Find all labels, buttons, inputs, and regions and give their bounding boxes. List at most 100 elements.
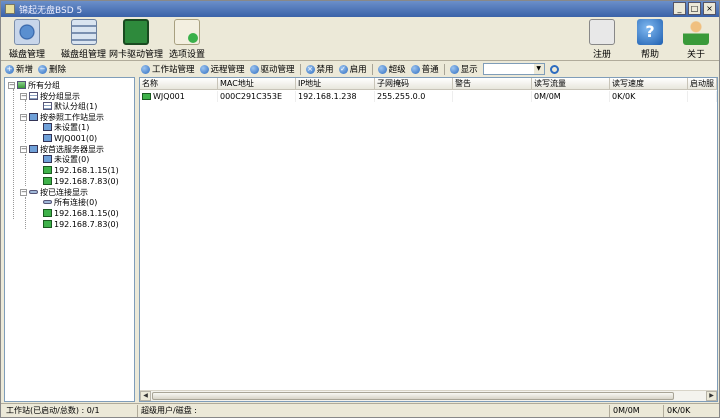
options-settings-button[interactable]: 选项设置 <box>169 19 205 60</box>
enable-label: 启用 <box>349 65 367 75</box>
scroll-thumb[interactable] <box>152 392 674 400</box>
close-button[interactable]: × <box>703 2 716 15</box>
remote-management-button[interactable]: 远程管理 <box>199 63 245 75</box>
cell-boot-server <box>688 91 717 102</box>
collapse-toggle[interactable]: − <box>20 145 27 153</box>
enable-icon: ✓ <box>338 64 348 74</box>
server-icon <box>43 155 52 163</box>
add-label: 新增 <box>16 65 34 75</box>
toolbar-separator <box>443 63 445 75</box>
cell-warning <box>453 91 532 102</box>
network-driver-management-button[interactable]: 网卡驱动管理 <box>109 19 163 60</box>
disk-management-label: 磁盘管理 <box>9 50 46 60</box>
computer-icon <box>142 93 151 100</box>
disable-label: 禁用 <box>316 65 334 75</box>
disk-group-management-button[interactable]: 磁盘组管理 <box>61 19 106 60</box>
disable-button[interactable]: × 禁用 <box>305 63 334 75</box>
tree-node-label: 未设置(0) <box>54 154 90 164</box>
settings-clipboard-icon <box>174 19 200 45</box>
add-icon: + <box>5 64 14 74</box>
register-button[interactable]: 注册 <box>589 19 615 60</box>
tree-node-label: 所有连接(0) <box>54 197 98 207</box>
driver-management-button[interactable]: 驱动管理 <box>249 63 295 75</box>
maximize-button[interactable]: □ <box>688 2 701 15</box>
horizontal-scrollbar[interactable]: ◀ ▶ <box>140 390 717 401</box>
tree-node-by-group[interactable]: − 按分组显示 <box>20 91 80 101</box>
tree-node-label: WJQ001(0) <box>54 133 98 143</box>
collapse-toggle[interactable]: − <box>20 92 27 100</box>
app-window: 锦起无盘BSD 5 _ □ × 磁盘管理 磁盘组管理 网卡驱动管理 选项设置 注… <box>0 0 720 418</box>
super-mode-icon <box>377 64 387 74</box>
table-row[interactable]: WJQ001 000C291C353E 192.168.1.238 255.25… <box>140 91 717 102</box>
cell-name-text: WJQ001 <box>153 92 185 101</box>
delete-button[interactable]: − 删除 <box>38 63 66 75</box>
connection-icon <box>43 200 52 204</box>
disk-management-button[interactable]: 磁盘管理 <box>9 19 45 60</box>
tree-node-unset-reference[interactable]: 未设置(1) <box>43 122 89 132</box>
collapse-toggle[interactable]: − <box>8 81 15 89</box>
tree-connector <box>13 89 14 219</box>
computer-icon <box>43 123 52 131</box>
tree-node-label: 192.168.7.83(0) <box>54 219 119 229</box>
column-header-name[interactable]: 名称 <box>140 78 218 90</box>
status-workstation-count: 工作站(已启动/总数) : 0/1 <box>6 406 100 415</box>
about-label: 关于 <box>686 50 705 60</box>
filter-dropdown[interactable] <box>482 63 545 75</box>
tree-node-connection-1[interactable]: 192.168.1.15(0) <box>43 208 119 218</box>
column-header-boot-server[interactable]: 启动服 <box>688 78 717 90</box>
scroll-left-arrow-icon[interactable]: ◀ <box>140 391 151 401</box>
tree-node-wjq001-reference[interactable]: WJQ001(0) <box>43 133 97 143</box>
workstation-management-label: 工作站管理 <box>152 65 195 75</box>
register-icon <box>589 19 615 45</box>
tree-connector <box>25 197 26 229</box>
server-icon <box>43 220 52 228</box>
minimize-button[interactable]: _ <box>673 2 686 15</box>
left-toolbar: + 新增 − 删除 <box>5 62 66 76</box>
tree-node-all-connections[interactable]: 所有连接(0) <box>43 197 97 207</box>
network-card-icon <box>123 19 149 45</box>
main-toolbar: 工作站管理 远程管理 驱动管理 × 禁用 ✓ 启用 超级 普通 显示 ▼ <box>141 62 559 76</box>
help-button[interactable]: ? 帮助 <box>637 19 663 60</box>
tree-node-label: 默认分组(1) <box>54 101 98 111</box>
collapse-toggle[interactable]: − <box>20 113 27 121</box>
tree-node-label: 未设置(1) <box>54 122 90 132</box>
tree-node-unset-server[interactable]: 未设置(0) <box>43 154 89 164</box>
column-header-warning[interactable]: 警告 <box>453 78 532 90</box>
tree-node-default-group[interactable]: 默认分组(1) <box>43 101 97 111</box>
disk-icon <box>14 19 40 45</box>
tree-node-by-connection[interactable]: − 按已连接显示 <box>20 187 88 197</box>
display-button[interactable]: 显示 <box>449 63 478 75</box>
tree-node-label: 192.168.7.83(0) <box>54 176 119 186</box>
add-button[interactable]: + 新增 <box>5 63 33 75</box>
column-header-speed[interactable]: 读写速度 <box>610 78 688 90</box>
status-bar: 工作站(已启动/总数) : 0/1 超级用户/磁盘 : 0M/0M 0K/0K <box>1 403 719 417</box>
workstation-management-button[interactable]: 工作站管理 <box>141 63 195 75</box>
column-header-traffic[interactable]: 读写流量 <box>532 78 610 90</box>
tree-node-by-reference-workstation[interactable]: − 按参照工作站显示 <box>20 112 104 122</box>
column-header-subnet-mask[interactable]: 子网掩码 <box>375 78 453 90</box>
search-icon[interactable] <box>549 64 559 74</box>
collapse-toggle[interactable]: − <box>20 188 27 196</box>
tree-node-by-preferred-server[interactable]: − 按首选服务器显示 <box>20 144 104 154</box>
super-mode-button[interactable]: 超级 <box>377 63 406 75</box>
main-ribbon: 磁盘管理 磁盘组管理 网卡驱动管理 选项设置 注册 ? 帮助 关于 <box>1 17 719 61</box>
cell-subnet-mask: 255.255.0.0 <box>375 91 453 102</box>
column-header-mac[interactable]: MAC地址 <box>218 78 296 90</box>
workstation-table: 名称 MAC地址 IP地址 子网掩码 警告 读写流量 读写速度 启动服 WJQ0… <box>139 77 718 402</box>
enable-button[interactable]: ✓ 启用 <box>338 63 367 75</box>
help-icon: ? <box>637 19 663 45</box>
tree-node-server-2[interactable]: 192.168.7.83(0) <box>43 176 119 186</box>
delete-label: 删除 <box>49 65 67 75</box>
about-button[interactable]: 关于 <box>683 19 709 60</box>
tree-node-all-groups[interactable]: − 所有分组 <box>8 80 60 90</box>
list-icon <box>43 102 52 110</box>
tree-node-label: 所有分组 <box>28 80 60 90</box>
normal-mode-button[interactable]: 普通 <box>410 63 439 75</box>
tree-node-server-1[interactable]: 192.168.1.15(1) <box>43 165 119 175</box>
title-bar: 锦起无盘BSD 5 _ □ × <box>1 1 719 17</box>
table-header: 名称 MAC地址 IP地址 子网掩码 警告 读写流量 读写速度 启动服 <box>140 78 717 90</box>
tree-node-connection-2[interactable]: 192.168.7.83(0) <box>43 219 119 229</box>
display-icon <box>449 64 459 74</box>
column-header-ip[interactable]: IP地址 <box>296 78 375 90</box>
scroll-right-arrow-icon[interactable]: ▶ <box>706 391 717 401</box>
